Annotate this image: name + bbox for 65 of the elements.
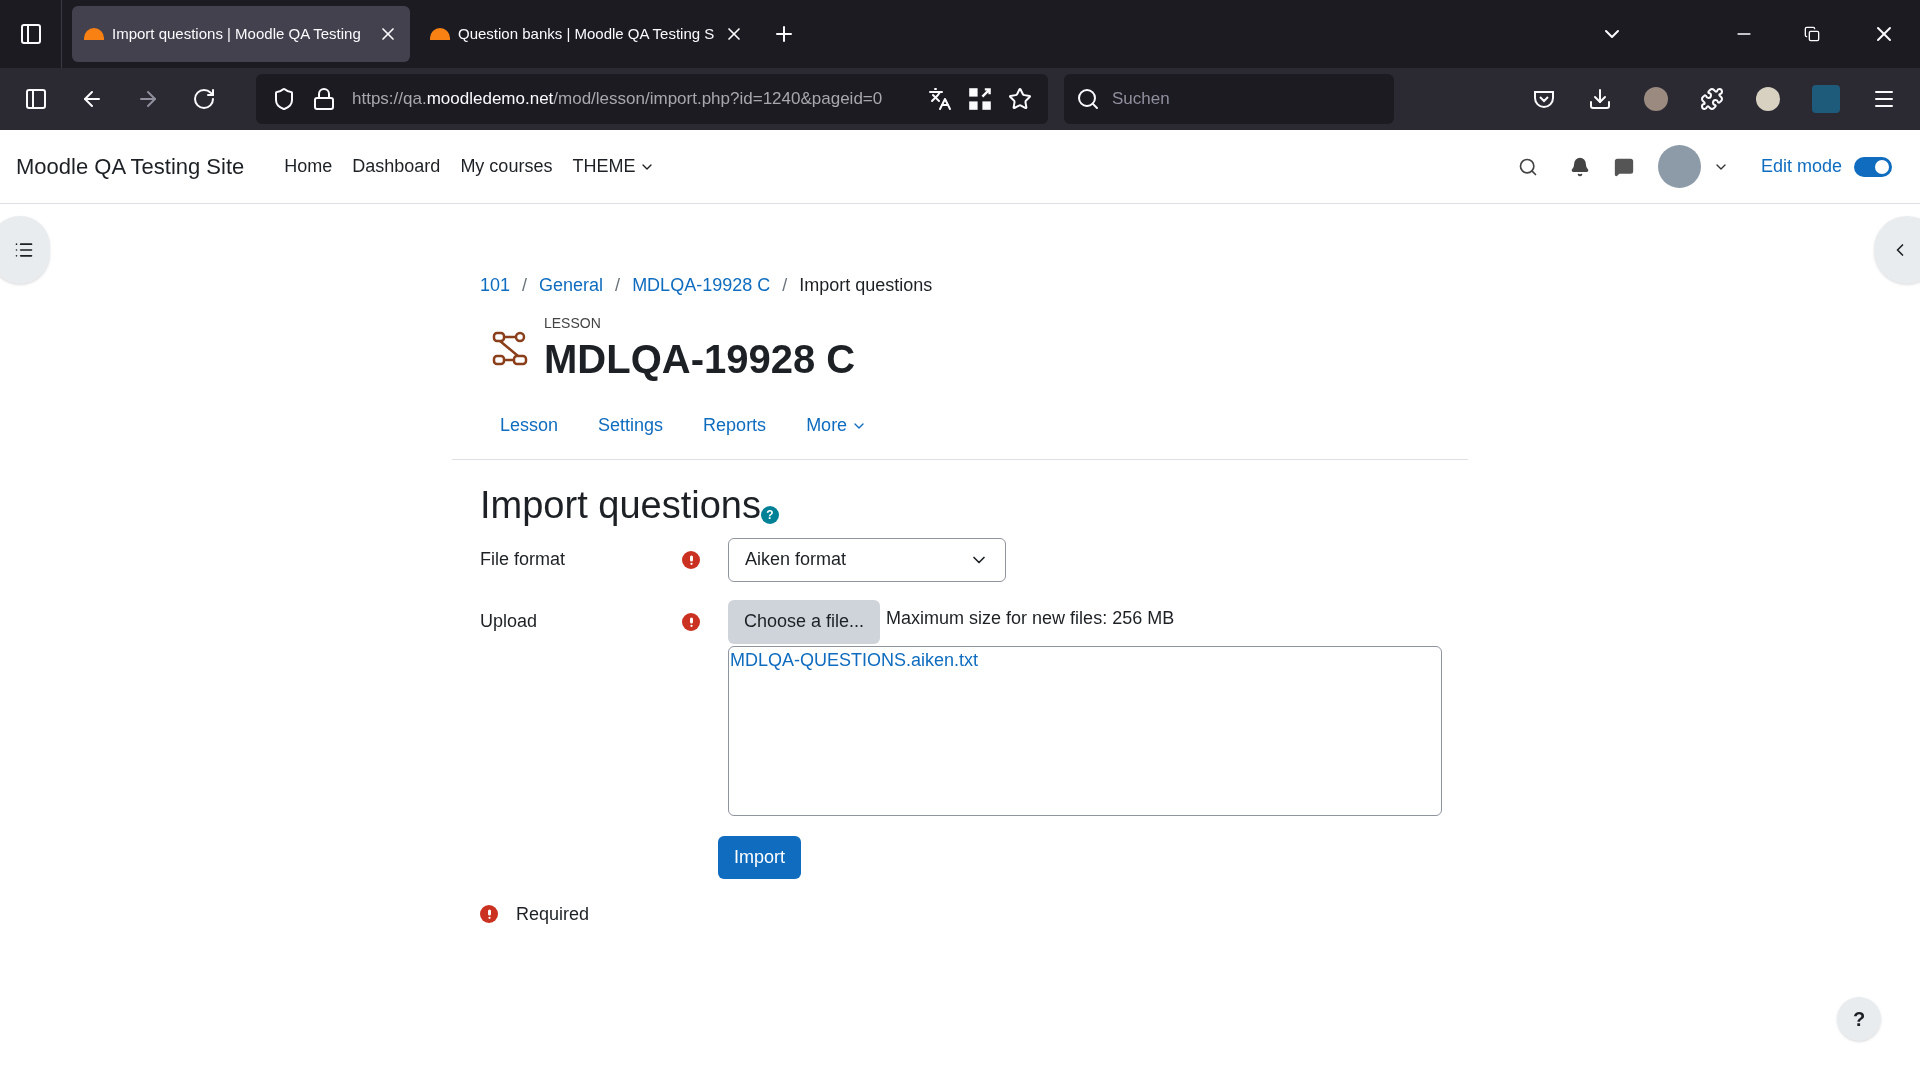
lock-icon xyxy=(312,87,336,111)
tab-list-icon[interactable] xyxy=(18,22,43,46)
nav-link[interactable]: Dashboard xyxy=(352,153,441,180)
notification-bell-icon[interactable] xyxy=(1569,156,1590,177)
form-heading: Import questions xyxy=(480,483,761,528)
shield-icon[interactable] xyxy=(272,87,296,111)
secondary-nav-tab[interactable]: Settings xyxy=(578,404,684,447)
messages-icon[interactable] xyxy=(1613,156,1634,177)
file-drop-area[interactable]: MDLQA-QUESTIONS.aiken.txt xyxy=(728,645,1442,816)
course-index-toggle[interactable] xyxy=(0,216,50,284)
extensions-icon[interactable] xyxy=(1700,87,1724,111)
moodle-favicon-icon xyxy=(84,28,104,40)
required-note: Required xyxy=(516,902,590,926)
sidebar-icon[interactable] xyxy=(24,87,48,111)
breadcrumb-separator: / xyxy=(782,274,788,297)
list-icon xyxy=(14,240,34,260)
user-avatar[interactable] xyxy=(1657,145,1701,188)
required-icon xyxy=(682,612,700,631)
search-icon[interactable] xyxy=(1517,156,1538,177)
activity-type-label: LESSON xyxy=(544,314,602,333)
breadcrumb-link[interactable]: 101 xyxy=(480,272,511,299)
nav-link[interactable]: Home xyxy=(284,153,333,180)
lesson-icon xyxy=(492,330,528,367)
browser-tab[interactable]: Question banks | Moodle QA Testing S xyxy=(418,6,756,62)
browser-tab[interactable]: Import questions | Moodle QA Testing xyxy=(72,6,410,62)
extension-icon[interactable] xyxy=(1756,87,1780,111)
secondary-nav-tab[interactable]: More xyxy=(786,404,888,447)
breadcrumb-link[interactable]: MDLQA-19928 C xyxy=(632,272,771,299)
field-label: File format xyxy=(480,548,567,571)
breadcrumb-link[interactable]: General xyxy=(539,272,604,299)
edit-mode-label[interactable]: Edit mode xyxy=(1760,153,1842,180)
profile-avatar[interactable] xyxy=(1644,87,1668,111)
field-label: Upload xyxy=(480,610,539,633)
help-icon[interactable]: ? xyxy=(760,505,779,524)
file-format-select[interactable]: Aiken format xyxy=(728,537,1006,582)
tab-title: Import questions | Moodle QA Testing xyxy=(112,23,362,44)
address-bar[interactable]: https://qa.moodledemo.net/mod/lesson/import.php?id=1240&pageid=0 xyxy=(256,74,1048,124)
moodle-favicon-icon xyxy=(430,28,450,40)
secondary-nav-tab[interactable]: Reports xyxy=(683,404,787,447)
import-button[interactable]: Import xyxy=(718,835,801,879)
choose-file-button[interactable]: Choose a file... xyxy=(728,599,881,644)
breadcrumb-separator: / xyxy=(522,274,528,297)
max-size-note: Maximum size for new files: 256 MB xyxy=(886,607,1175,630)
required-icon xyxy=(682,550,700,569)
search-icon xyxy=(1076,87,1100,111)
edit-mode-switch[interactable] xyxy=(1854,156,1892,177)
page-title: MDLQA-19928 C xyxy=(544,336,856,383)
tab-title: Question banks | Moodle QA Testing S xyxy=(458,23,716,44)
help-button[interactable]: ? xyxy=(1837,997,1881,1041)
secondary-nav-tab[interactable]: Lesson xyxy=(480,404,579,447)
nav-link[interactable]: My courses xyxy=(460,153,553,180)
breadcrumb-current: Import questions xyxy=(799,274,933,297)
bookmark-star-icon[interactable] xyxy=(1008,87,1032,111)
site-name[interactable]: Moodle QA Testing Site xyxy=(16,150,245,183)
restore-icon[interactable] xyxy=(1804,26,1820,42)
search-field[interactable]: Suchen xyxy=(1064,74,1394,124)
download-icon[interactable] xyxy=(1588,87,1612,111)
qr-code-icon[interactable] xyxy=(968,87,992,111)
file-link[interactable]: MDLQA-QUESTIONS.aiken.txt xyxy=(730,646,979,674)
translate-icon[interactable] xyxy=(928,87,952,111)
reload-icon[interactable] xyxy=(192,87,216,111)
url-text: https://qa.moodledemo.net/mod/lesson/import.php?id=1240&pageid=0 xyxy=(352,88,884,111)
nav-link[interactable]: THEME xyxy=(572,153,656,180)
breadcrumb-separator: / xyxy=(615,274,621,297)
required-icon xyxy=(480,905,498,923)
